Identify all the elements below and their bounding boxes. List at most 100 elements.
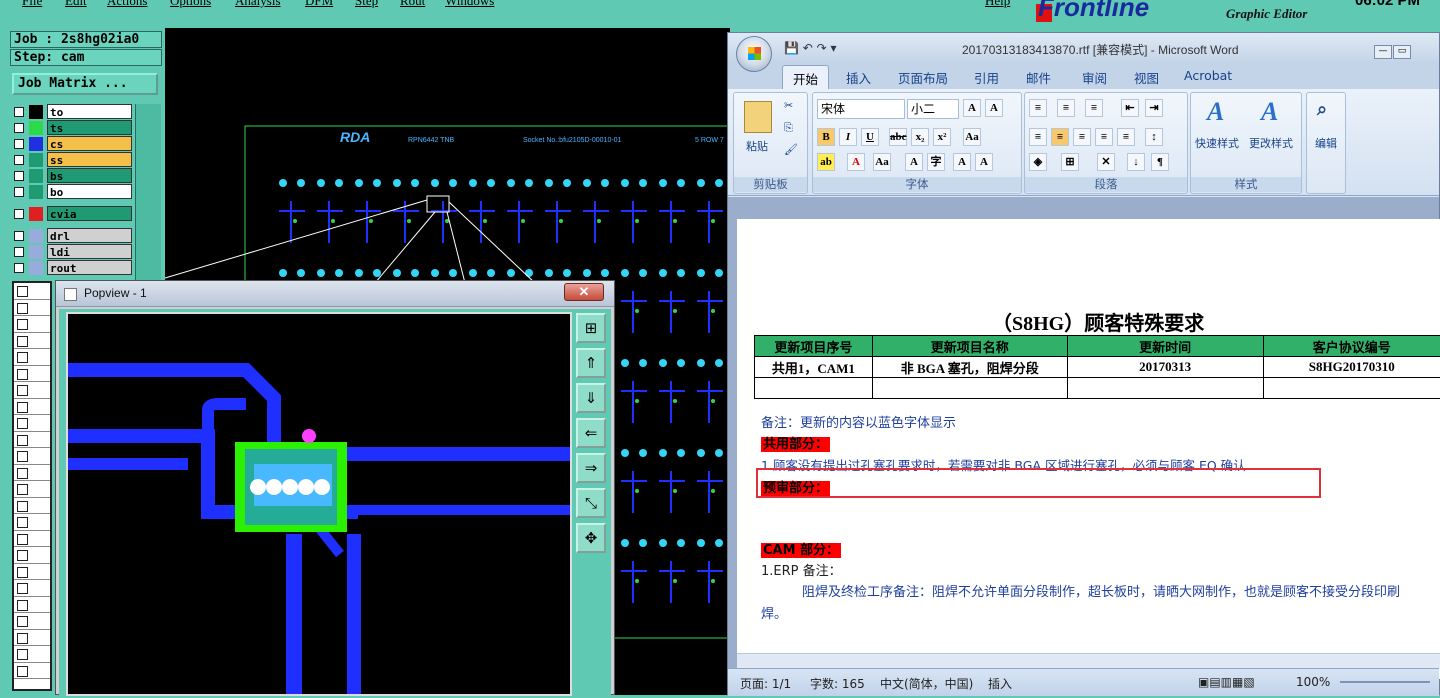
ribbon-tab-0[interactable]: 开始 [782,65,830,91]
insert-mode[interactable]: 插入 [988,675,1012,692]
quick-styles-button[interactable]: 快速样式 [1195,135,1239,151]
layer-row-ldi[interactable]: ldi [12,244,134,260]
layer-strip-row[interactable] [14,432,50,448]
layer-row-bo[interactable]: bo [12,184,134,200]
text-effect-icon[interactable]: Aa [963,128,981,146]
layer-checkbox[interactable] [14,107,24,117]
layer-strip-row[interactable] [14,481,50,498]
menu-help[interactable]: Help [985,0,1010,9]
layer-strip-row[interactable] [14,514,50,531]
layer-strip-row[interactable] [14,382,50,399]
layer-strip-row[interactable] [14,564,50,580]
distributed-icon[interactable]: ≡ [1117,128,1135,146]
pan-up-icon[interactable]: ⇑ [576,348,606,378]
grow-font-icon[interactable]: A [953,153,971,171]
layer-strip-row[interactable] [14,613,50,630]
menu-analysis[interactable]: Analysis [235,0,281,9]
layer-checkbox[interactable] [14,209,24,219]
enclose-char-icon[interactable]: 字 [927,153,945,171]
layer-strip-row[interactable] [14,646,50,663]
layer-row-cvia[interactable]: cvia [12,206,134,222]
bullets-icon[interactable]: ≡ [1029,99,1047,117]
highlight-icon[interactable]: ab [817,153,835,171]
ribbon-tab-1[interactable]: 插入 [846,68,871,87]
popview-titlebar[interactable]: Popview - 1 ✕ [56,281,614,307]
layer-checkbox[interactable] [14,187,24,197]
layer-strip-row[interactable] [14,399,50,415]
job-matrix-button[interactable]: Job Matrix ... [12,73,158,95]
menu-actions[interactable]: Actions [107,0,147,9]
increase-indent-icon[interactable]: ⇥ [1145,99,1163,117]
subscript-icon[interactable]: x₂ [911,128,929,146]
zoom-fit-icon[interactable]: ⊞ [576,313,606,343]
layer-strip-row[interactable] [14,448,50,465]
layer-strip-row[interactable] [14,663,50,679]
pan-right-icon[interactable]: ⇒ [576,453,606,483]
quick-styles-icon[interactable]: A [1207,97,1224,127]
zoom-level[interactable]: 100% [1296,675,1330,689]
pan-down-icon[interactable]: ⇓ [576,383,606,413]
layer-row-ts[interactable]: ts [12,120,134,136]
chinese-layout-icon[interactable]: ✕ [1097,153,1115,171]
menu-step[interactable]: Step [355,0,378,9]
popview-close-button[interactable]: ✕ [564,283,604,301]
menu-rout[interactable]: Rout [400,0,425,9]
menu-windows[interactable]: Windows [445,0,494,9]
horizontal-scrollbar[interactable] [737,653,1440,668]
font-color-icon[interactable]: A [847,153,865,171]
document-page[interactable]: （S8HG）顾客特殊要求 更新项目序号 更新项目名称 更新时间 客户协议编号 共… [737,219,1440,679]
layer-strip-row[interactable] [14,283,50,300]
office-button[interactable] [736,36,772,72]
layer-strip-row[interactable] [14,333,50,349]
char-shading-icon[interactable]: A [905,153,923,171]
shrink-font-icon[interactable]: A [975,153,993,171]
layer-checkbox[interactable] [14,247,24,257]
layer-strip-row[interactable] [14,300,50,316]
copy-icon[interactable]: ⎘ [784,121,793,135]
change-styles-icon[interactable]: A [1261,97,1278,127]
layer-row-bs[interactable]: bs [12,168,134,184]
clear-format-icon[interactable]: A [985,99,1003,117]
layer-checkbox[interactable] [14,139,24,149]
zoom-in-icon[interactable]: ✥ [576,523,606,553]
underline-icon[interactable]: U [861,128,879,146]
font-size-change-icon[interactable]: Aa [873,153,891,171]
ribbon-tab-3[interactable]: 引用 [974,68,999,87]
layer-row-to[interactable]: to [12,104,134,120]
align-right-icon[interactable]: ≡ [1073,128,1091,146]
change-styles-button[interactable]: 更改样式 [1249,135,1293,151]
word-titlebar[interactable]: 💾 ↶ ↷ ▾ 20170313183413870.rtf [兼容模式] - M… [728,33,1439,63]
maximize-icon[interactable]: ▭ [1393,45,1411,59]
ribbon-tab-2[interactable]: 页面布局 [898,68,948,87]
paste-icon[interactable] [744,101,772,133]
layer-strip-row[interactable] [14,366,50,382]
layer-strip-row[interactable] [14,597,50,613]
align-left-icon[interactable]: ≡ [1029,128,1047,146]
shading-icon[interactable]: ◈ [1029,153,1047,171]
layer-checkbox[interactable] [14,231,24,241]
minimize-icon[interactable]: — [1374,45,1392,59]
strikethrough-icon[interactable]: abc [889,128,907,146]
menu-options[interactable]: Options [170,0,211,9]
decrease-indent-icon[interactable]: ⇤ [1121,99,1139,117]
align-center-icon[interactable]: ≡ [1051,128,1069,146]
zoom-slider[interactable] [1340,681,1430,683]
superscript-icon[interactable]: x² [933,128,951,146]
borders-icon[interactable]: ⊞ [1061,153,1079,171]
layer-strip-row[interactable] [14,531,50,547]
show-marks-icon[interactable]: ¶ [1151,153,1169,171]
layer-strip-row[interactable] [14,630,50,646]
format-painter-icon[interactable]: 🖌 [784,143,798,156]
layer-row-ss[interactable]: ss [12,152,134,168]
edit-button[interactable]: 编辑 [1315,135,1337,151]
ribbon-tab-6[interactable]: 视图 [1134,68,1159,87]
find-binoculars-icon[interactable]: ⌕ [1317,99,1327,120]
layer-checkbox[interactable] [14,123,24,133]
layer-strip-row[interactable] [14,316,50,333]
ribbon-tab-7[interactable]: Acrobat [1184,68,1232,83]
quick-access-toolbar[interactable]: 💾 ↶ ↷ ▾ [784,41,837,55]
cut-icon[interactable]: ✂ [784,99,793,112]
italic-icon[interactable]: I [839,128,857,146]
layer-row-rout[interactable]: rout [12,260,134,276]
font-name-field[interactable]: 宋体 [817,99,905,119]
